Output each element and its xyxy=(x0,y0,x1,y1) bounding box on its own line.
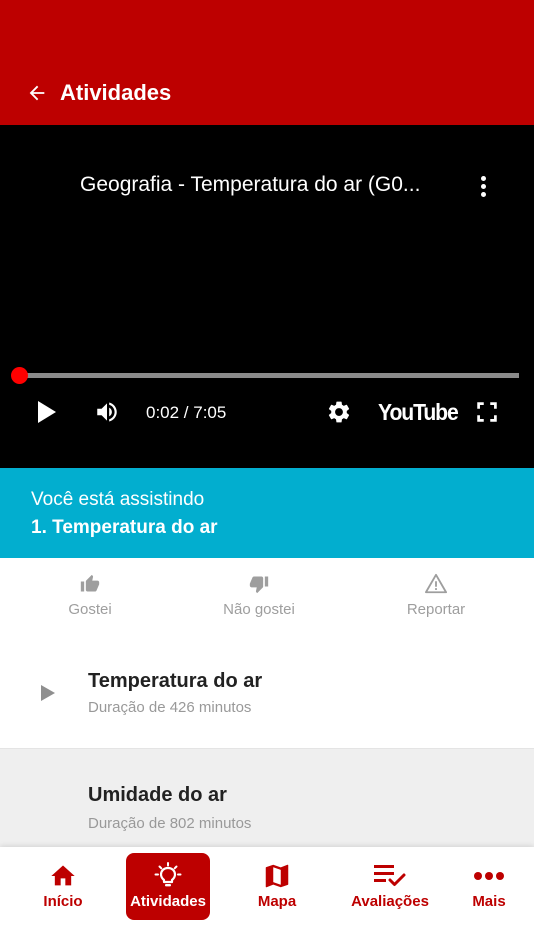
map-icon xyxy=(262,862,292,890)
dislike-label: Não gostei xyxy=(223,601,295,618)
progress-bar[interactable] xyxy=(11,367,519,384)
nav-label: Avaliações xyxy=(351,893,429,910)
like-label: Gostei xyxy=(68,601,112,618)
play-icon xyxy=(40,684,56,707)
nav-label: Mais xyxy=(472,893,506,910)
nav-label: Atividades xyxy=(130,893,206,910)
fullscreen-icon[interactable] xyxy=(472,397,502,427)
video-title[interactable]: Geografia - Temperatura do ar (G0... xyxy=(80,172,460,198)
report-label: Reportar xyxy=(406,601,466,618)
nav-item-inicio[interactable]: Início xyxy=(22,853,104,920)
bottom-navigation: Início Atividades Mapa Avaliações Mais xyxy=(0,847,534,950)
lesson-title: Temperatura do ar xyxy=(88,670,263,692)
like-button[interactable]: Gostei xyxy=(60,572,120,620)
more-options-icon[interactable] xyxy=(470,173,496,199)
checklist-icon xyxy=(373,862,407,890)
page-title: Atividades xyxy=(60,80,172,105)
report-button[interactable]: Reportar xyxy=(396,572,476,620)
lesson-duration: Duração de 426 minutos xyxy=(88,699,252,716)
app-header: Atividades xyxy=(0,0,534,125)
nav-label: Início xyxy=(43,893,83,910)
thumbs-down-icon xyxy=(249,572,269,596)
progress-thumb[interactable] xyxy=(11,367,28,384)
settings-gear-icon[interactable] xyxy=(324,397,354,427)
nav-item-mais[interactable]: Mais xyxy=(454,853,524,920)
nav-item-atividades[interactable]: Atividades xyxy=(126,853,210,920)
volume-icon[interactable] xyxy=(90,397,124,427)
now-watching-title: 1. Temperatura do ar xyxy=(31,517,218,538)
nav-item-mapa[interactable]: Mapa xyxy=(236,853,318,920)
list-item[interactable]: Temperatura do ar Duração de 426 minutos xyxy=(0,648,534,748)
now-watching-label: Você está assistindo xyxy=(31,489,205,510)
lesson-title: Umidade do ar xyxy=(88,784,227,806)
play-icon[interactable] xyxy=(32,398,60,426)
reaction-bar: Gostei Não gostei Reportar xyxy=(0,558,534,648)
lesson-duration: Duração de 802 minutos xyxy=(88,815,252,832)
time-display: 0:02 / 7:05 xyxy=(146,403,227,422)
dislike-button[interactable]: Não gostei xyxy=(214,572,304,620)
video-player[interactable]: Geografia - Temperatura do ar (G0... 0:0… xyxy=(0,125,534,468)
thumbs-up-icon xyxy=(80,572,100,596)
back-arrow-icon[interactable] xyxy=(24,80,50,106)
warning-icon xyxy=(425,572,447,596)
lightbulb-icon xyxy=(153,862,183,890)
nav-item-avaliacoes[interactable]: Avaliações xyxy=(344,853,436,920)
home-icon xyxy=(48,862,78,890)
youtube-logo[interactable]: YouTube xyxy=(378,397,459,427)
now-watching-banner: Você está assistindo 1. Temperatura do a… xyxy=(0,468,534,558)
more-dots-icon xyxy=(473,862,505,890)
lesson-list: Temperatura do ar Duração de 426 minutos… xyxy=(0,648,534,864)
nav-label: Mapa xyxy=(257,893,297,910)
